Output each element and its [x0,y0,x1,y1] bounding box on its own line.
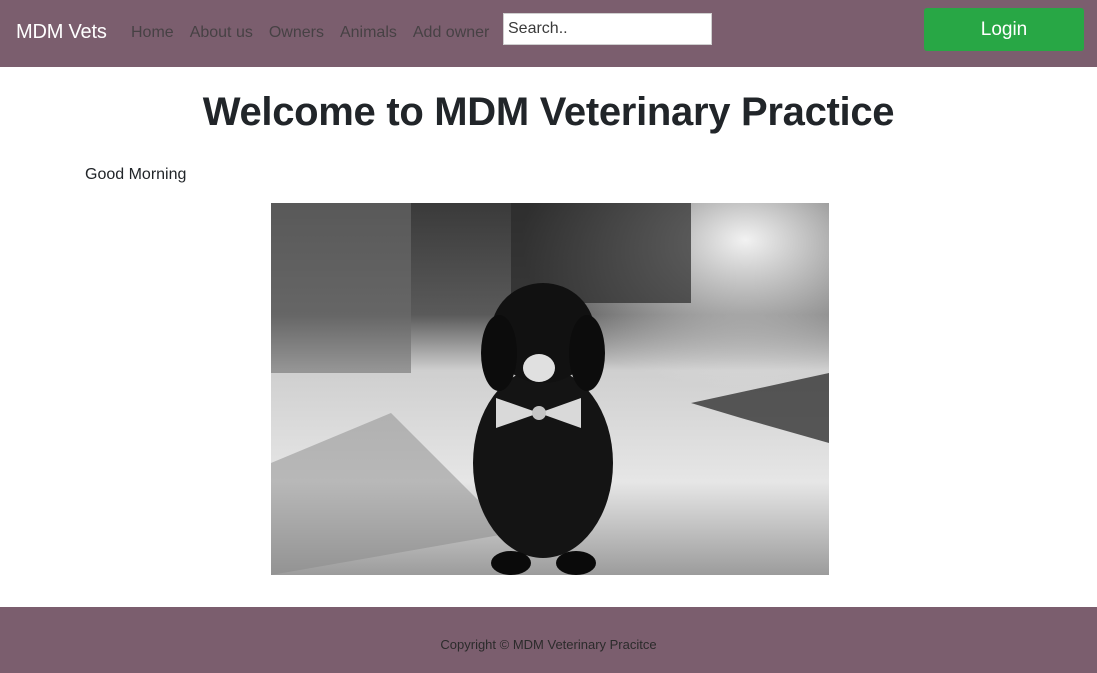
search-input[interactable] [503,13,712,45]
page-title: Welcome to MDM Veterinary Practice [202,90,895,134]
nav-link-animals[interactable]: Animals [340,24,397,42]
nav-links: Home About us Owners Animals Add owner [131,24,505,42]
copyright-text: Copyright © MDM Veterinary Pracitce [440,637,657,652]
nav-link-add-owner[interactable]: Add owner [413,24,490,42]
nav-link-home[interactable]: Home [131,24,174,42]
nav-link-about-us[interactable]: About us [190,24,253,42]
greeting-text: Good Morning [85,166,187,183]
puppy-photo [271,203,829,575]
footer: Copyright © MDM Veterinary Pracitce [0,607,1097,673]
top-navbar: MDM Vets Home About us Owners Animals Ad… [0,0,1097,67]
brand-link[interactable]: MDM Vets [16,21,107,44]
login-button[interactable]: Login [924,8,1084,51]
nav-link-owners[interactable]: Owners [269,24,324,42]
hero-image-puppy [271,203,829,575]
